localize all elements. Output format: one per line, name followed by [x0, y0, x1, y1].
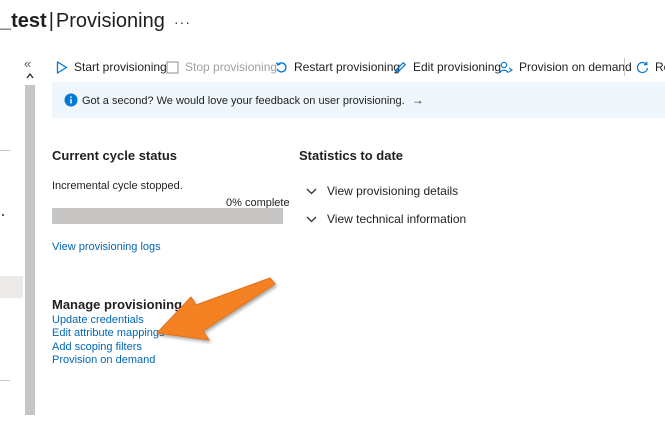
- provision-on-demand-link[interactable]: Provision on demand: [52, 354, 155, 366]
- sidebar-item-marker: [2, 214, 4, 216]
- sidebar-item-selected[interactable]: [0, 276, 23, 298]
- restart-icon: [275, 61, 287, 73]
- sidebar: «: [0, 52, 36, 442]
- arrow-right-icon: →: [411, 93, 424, 107]
- cycle-progress-bar: [52, 208, 283, 224]
- sidebar-divider: [0, 150, 10, 151]
- refresh-icon: [636, 61, 649, 73]
- scroll-up-icon[interactable]: [25, 70, 35, 82]
- manage-provisioning-heading: Manage provisioning: [52, 297, 183, 312]
- update-credentials-link[interactable]: Update credentials: [52, 314, 144, 326]
- start-provisioning-button[interactable]: Start provisioning: [56, 56, 167, 78]
- start-provisioning-label: Start provisioning: [74, 60, 167, 74]
- chevron-down-icon: [306, 188, 317, 194]
- toolbar-divider: [624, 58, 625, 76]
- stop-provisioning-button[interactable]: Stop provisioning: [166, 56, 277, 78]
- user-sync-icon: [499, 61, 513, 73]
- restart-provisioning-label: Restart provisioning: [294, 60, 401, 74]
- current-cycle-heading: Current cycle status: [52, 148, 177, 163]
- command-toolbar: Start provisioning Stop provisioning Res…: [52, 56, 665, 78]
- view-provisioning-details-label: View provisioning details: [327, 184, 459, 198]
- pencil-icon: [395, 61, 406, 73]
- stop-icon: [166, 60, 179, 74]
- title-app-name: _test: [0, 10, 47, 32]
- page-title: _test | Provisioning: [0, 10, 165, 33]
- chevron-down-icon: [306, 216, 317, 222]
- feedback-banner[interactable]: Got a second? We would love your feedbac…: [52, 82, 665, 118]
- view-technical-information-label: View technical information: [327, 212, 467, 226]
- feedback-message: Got a second? We would love your feedbac…: [82, 95, 405, 107]
- feedback-banner-text: Got a second? We would love your feedbac…: [82, 93, 424, 107]
- statistics-heading: Statistics to date: [299, 148, 404, 163]
- play-icon: [56, 60, 68, 74]
- more-options-button[interactable]: ···: [174, 14, 191, 30]
- edit-provisioning-label: Edit provisioning: [413, 60, 502, 74]
- refresh-label: Re: [655, 60, 665, 74]
- collapse-sidebar-button[interactable]: «: [24, 56, 31, 71]
- view-provisioning-logs-link[interactable]: View provisioning logs: [52, 241, 161, 253]
- cycle-status-text: Incremental cycle stopped.: [52, 180, 183, 192]
- provision-on-demand-label: Provision on demand: [519, 60, 632, 74]
- title-page-name: Provisioning: [55, 10, 165, 32]
- add-scoping-filters-link[interactable]: Add scoping filters: [52, 341, 142, 353]
- provision-on-demand-button[interactable]: Provision on demand: [499, 56, 632, 78]
- info-icon: [64, 93, 78, 107]
- title-bar: _test | Provisioning ···: [0, 6, 665, 38]
- restart-provisioning-button[interactable]: Restart provisioning: [275, 56, 400, 78]
- refresh-button[interactable]: Re: [636, 56, 665, 78]
- sidebar-scrollbar[interactable]: [25, 85, 35, 415]
- edit-provisioning-button[interactable]: Edit provisioning: [394, 56, 501, 78]
- title-separator: |: [48, 10, 54, 32]
- edit-attribute-mappings-link[interactable]: Edit attribute mappings: [52, 327, 165, 339]
- view-technical-information-expander[interactable]: View technical information: [306, 209, 466, 229]
- sidebar-divider: [0, 380, 10, 381]
- stop-provisioning-label: Stop provisioning: [185, 60, 278, 74]
- view-provisioning-details-expander[interactable]: View provisioning details: [306, 181, 458, 201]
